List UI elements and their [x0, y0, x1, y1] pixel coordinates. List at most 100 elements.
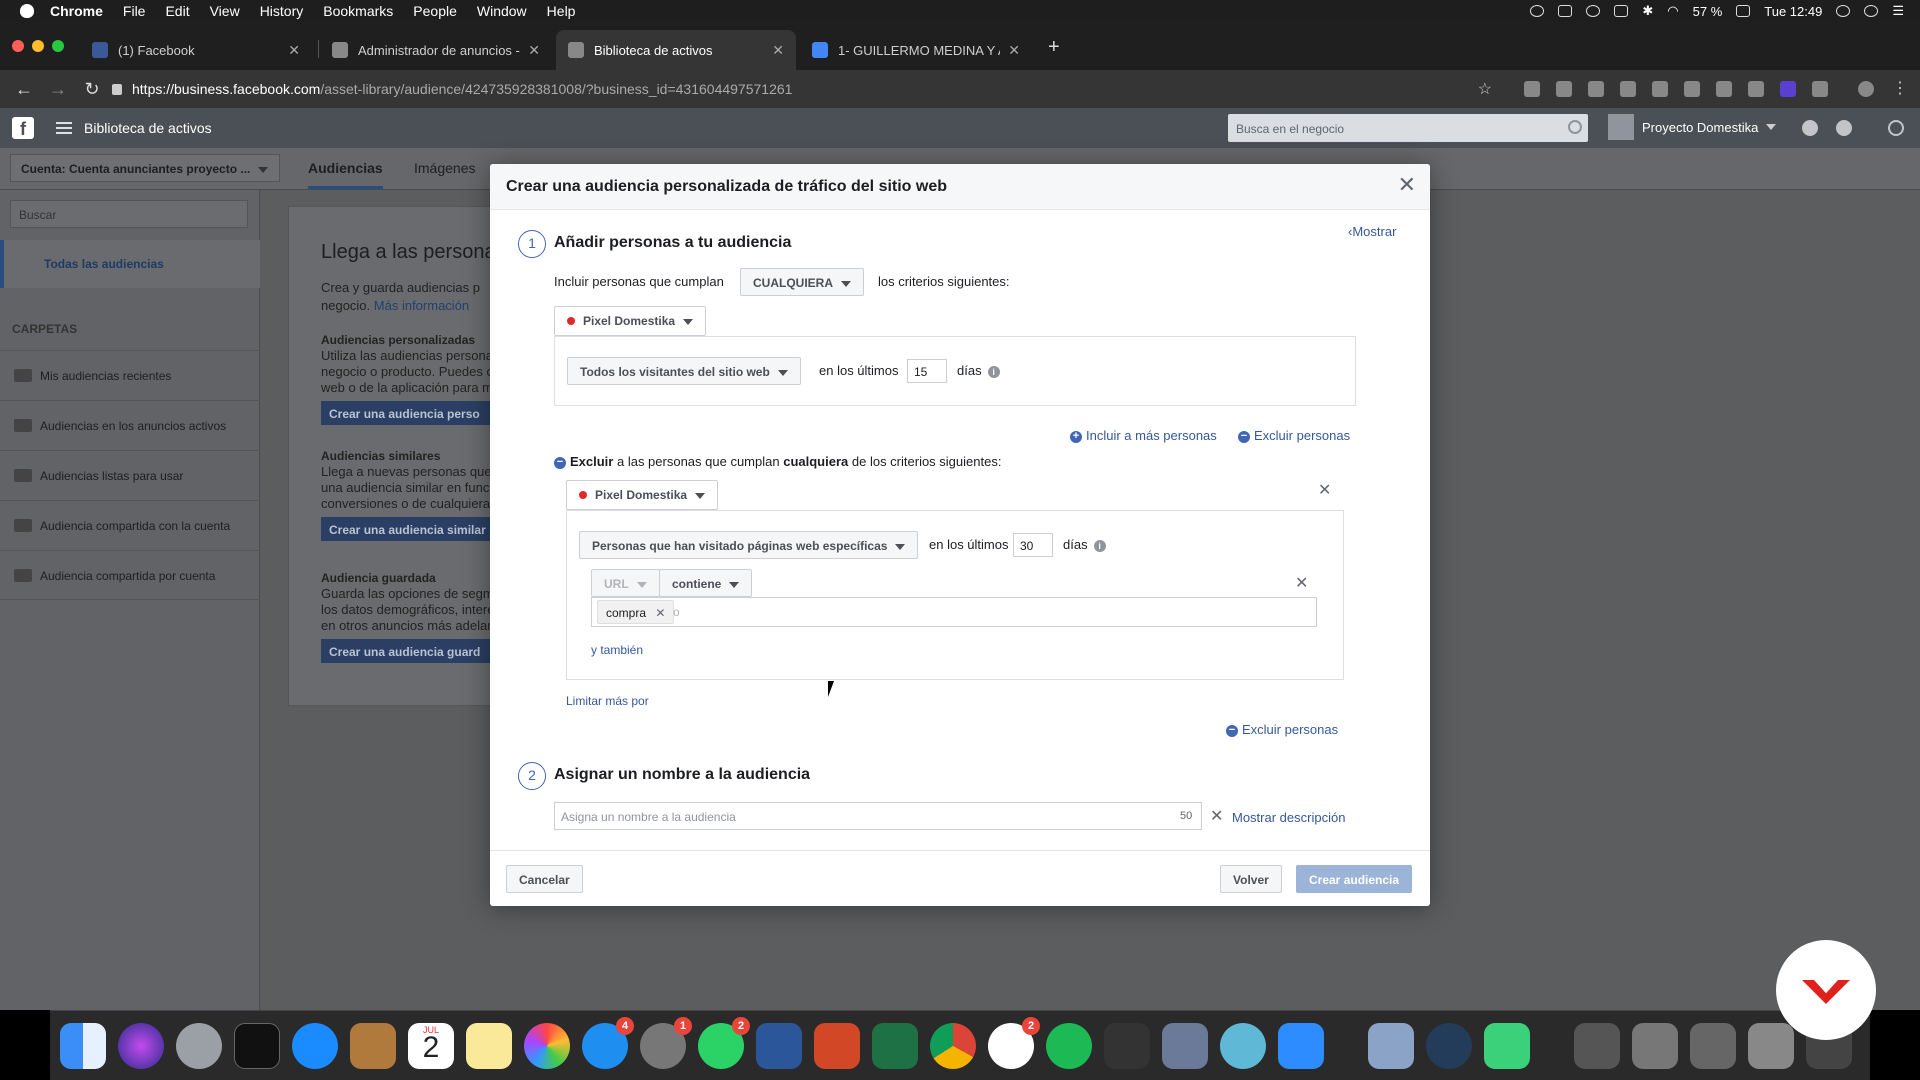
bluetooth-icon[interactable]: ✱: [1642, 3, 1653, 19]
close-tab-icon[interactable]: ✕: [1008, 42, 1020, 59]
display-icon[interactable]: [1558, 5, 1573, 17]
airplay-icon[interactable]: [1614, 5, 1629, 17]
app-icon[interactable]: [1426, 1023, 1472, 1069]
bookmark-star-icon[interactable]: ☆: [1478, 79, 1492, 99]
recent-document-icon[interactable]: [1632, 1023, 1678, 1069]
sidebar-item-shared-with[interactable]: Audiencia compartida con la cuenta: [0, 500, 260, 550]
close-tab-icon[interactable]: ✕: [288, 42, 300, 59]
app-icon[interactable]: [1162, 1023, 1208, 1069]
powerpoint-icon[interactable]: [814, 1023, 860, 1069]
sidebar-item-shared-by[interactable]: Audiencia compartida por cuenta: [0, 550, 260, 600]
visitors-dropdown[interactable]: Todos los visitantes del sitio web: [567, 357, 801, 385]
extension-pocket-icon[interactable]: [1524, 81, 1540, 97]
clock[interactable]: Tue 12:49: [1764, 4, 1822, 19]
sidebar-search-input[interactable]: Buscar: [10, 200, 248, 228]
business-switcher[interactable]: Proyecto Domestika: [1608, 114, 1777, 140]
create-lookalike-audience-button[interactable]: Crear una audiencia similar: [321, 517, 496, 541]
close-window-button[interactable]: [12, 40, 24, 52]
close-tab-icon[interactable]: ✕: [772, 42, 784, 59]
excel-icon[interactable]: [872, 1023, 918, 1069]
sidebar-item-all-audiences[interactable]: Todas las audiencias: [0, 240, 260, 288]
extension-icon[interactable]: [1780, 81, 1796, 97]
days-input[interactable]: 15: [907, 359, 947, 383]
menu-edit[interactable]: Edit: [165, 3, 189, 19]
battery-percent[interactable]: 57 %: [1693, 4, 1723, 19]
close-tab-icon[interactable]: ✕: [528, 42, 540, 59]
contains-dropdown[interactable]: contiene: [659, 569, 753, 597]
more-info-link[interactable]: Más información: [374, 298, 469, 313]
show-description-link[interactable]: Mostrar descripción: [1232, 810, 1345, 825]
tab-images[interactable]: Imágenes: [414, 160, 475, 176]
sidebar-item-recent[interactable]: Mis audiencias recientes: [0, 350, 260, 400]
menu-history[interactable]: History: [260, 3, 304, 19]
menu-window[interactable]: Window: [477, 3, 527, 19]
remove-tag-icon[interactable]: ✕: [655, 606, 665, 620]
extension-icon[interactable]: [1556, 81, 1572, 97]
exclude-pixel-dropdown[interactable]: Pixel Domestika: [566, 480, 719, 510]
menu-help[interactable]: Help: [547, 3, 576, 19]
info-icon[interactable]: i: [987, 365, 1000, 378]
extension-icon[interactable]: [1716, 81, 1732, 97]
facetime-icon[interactable]: [1484, 1023, 1530, 1069]
tab-audiences[interactable]: Audiencias: [308, 160, 383, 189]
recent-document-icon[interactable]: [1690, 1023, 1736, 1069]
sidebar-item-ready[interactable]: Audiencias listas para usar: [0, 450, 260, 500]
finder-icon[interactable]: [60, 1023, 106, 1069]
refine-by-link[interactable]: Limitar más por: [566, 694, 649, 708]
record-icon[interactable]: [1530, 5, 1545, 17]
extension-icon[interactable]: [1652, 81, 1668, 97]
url-dropdown[interactable]: URL: [591, 569, 660, 597]
slack-icon[interactable]: 2: [988, 1017, 1040, 1069]
notes-icon[interactable]: [466, 1023, 512, 1069]
create-saved-audience-button[interactable]: Crear una audiencia guard: [321, 639, 496, 663]
siri-icon[interactable]: [1864, 5, 1879, 17]
create-audience-button[interactable]: Crear audiencia: [1296, 865, 1413, 893]
photos-icon[interactable]: [524, 1023, 570, 1069]
extension-icon[interactable]: [1684, 81, 1700, 97]
extension-icon[interactable]: [1620, 81, 1636, 97]
forward-arrow-icon[interactable]: →: [48, 79, 68, 100]
notification-center-icon[interactable]: ☰: [1892, 3, 1904, 19]
wifi-icon[interactable]: ◠: [1667, 3, 1678, 19]
facebook-logo-icon[interactable]: f: [12, 117, 34, 139]
minimize-window-button[interactable]: [32, 40, 44, 52]
system-preferences-icon[interactable]: 1: [640, 1017, 692, 1069]
recent-document-icon[interactable]: [1574, 1023, 1620, 1069]
app-icon[interactable]: [1220, 1023, 1266, 1069]
menu-view[interactable]: View: [210, 3, 240, 19]
visited-pages-dropdown[interactable]: Personas que han visitado páginas web es…: [579, 531, 919, 559]
battery-icon[interactable]: [1736, 5, 1751, 17]
clear-name-icon[interactable]: ✕: [1210, 806, 1223, 826]
remove-url-rule-icon[interactable]: ✕: [1295, 573, 1308, 593]
app-store-icon[interactable]: 4: [582, 1017, 634, 1069]
minus-circle-icon[interactable]: −: [554, 456, 566, 469]
launchpad-icon[interactable]: [176, 1023, 222, 1069]
menu-app-name[interactable]: Chrome: [50, 3, 103, 19]
chrome-icon[interactable]: [930, 1023, 976, 1069]
menu-people[interactable]: People: [413, 3, 457, 19]
help-icon[interactable]: [1888, 120, 1904, 136]
whatsapp-icon[interactable]: 2: [698, 1017, 750, 1069]
siri-icon[interactable]: [118, 1023, 164, 1069]
notifications-bell-icon[interactable]: [1802, 120, 1818, 136]
close-modal-icon[interactable]: ✕: [1398, 172, 1416, 198]
tab-ads-manager[interactable]: Administrador de anuncios - A ✕: [320, 34, 552, 66]
hamburger-menu-icon[interactable]: [56, 122, 72, 134]
calendar-icon[interactable]: 2 JUL: [408, 1023, 454, 1069]
word-icon[interactable]: [756, 1023, 802, 1069]
info-icon[interactable]: i: [1093, 539, 1106, 552]
address-bar[interactable]: https://business.facebook.com/asset-libr…: [112, 74, 1492, 104]
apple-icon[interactable]: [20, 4, 34, 18]
contacts-icon[interactable]: [350, 1023, 396, 1069]
spotify-icon[interactable]: [1046, 1023, 1092, 1069]
exclude-people-link[interactable]: − Excluir personas: [1238, 428, 1350, 443]
remove-exclusion-icon[interactable]: ✕: [1318, 480, 1331, 500]
match-type-dropdown[interactable]: CUALQUIERA: [740, 268, 864, 296]
profile-avatar[interactable]: [1858, 81, 1874, 97]
chrome-menu-icon[interactable]: ⋮: [1892, 78, 1908, 98]
preview-icon[interactable]: [1368, 1023, 1414, 1069]
account-selector[interactable]: Cuenta: Cuenta anunciantes proyecto ...: [10, 154, 280, 182]
extension-icon[interactable]: [1812, 81, 1828, 97]
spotlight-icon[interactable]: [1836, 5, 1851, 17]
audience-name-input[interactable]: Asigna un nombre a la audiencia: [554, 802, 1202, 830]
